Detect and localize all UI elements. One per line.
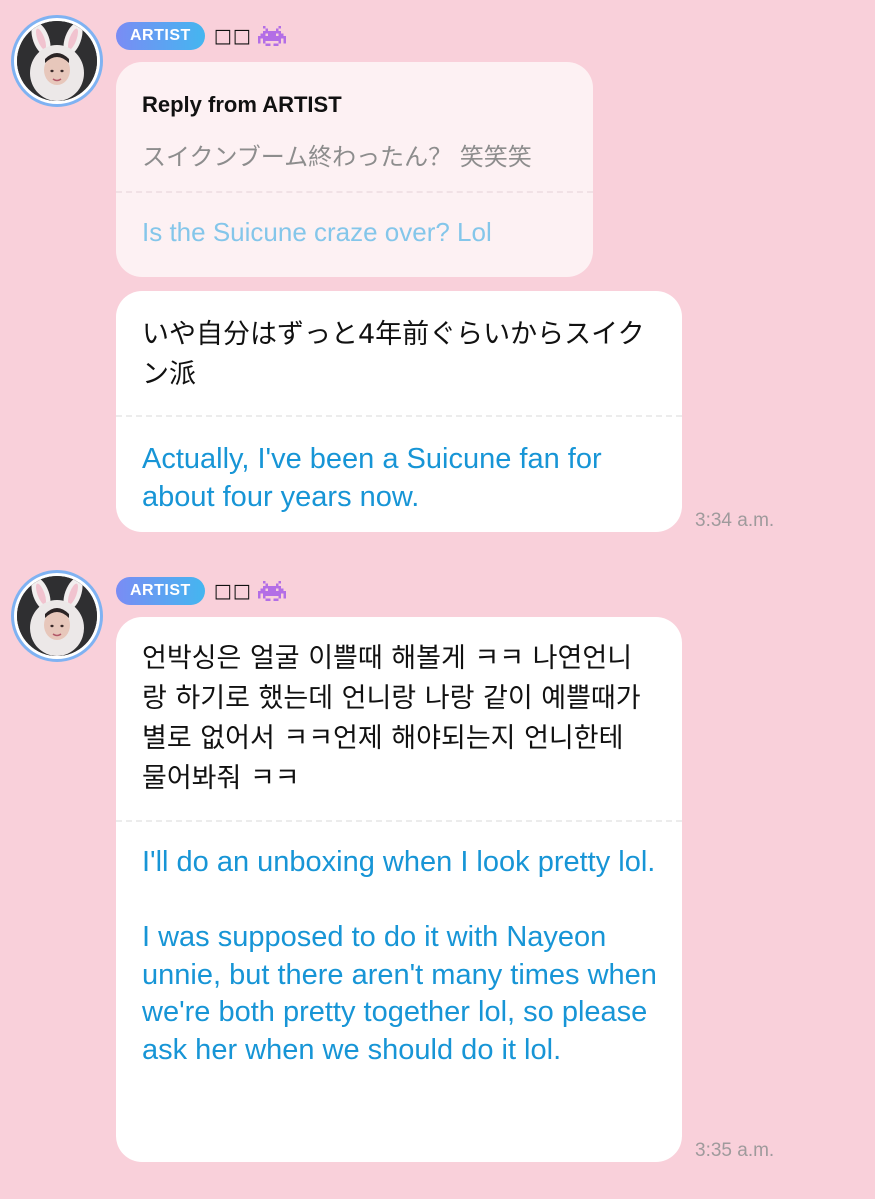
message-translation: I'll do an unboxing when I look pretty l… <box>142 844 662 1069</box>
message-timestamp: 3:34 a.m. <box>695 510 775 531</box>
message-original-text: 언박싱은 얼굴 이쁠때 해볼게 ㅋㅋ 나연언니랑 하기로 했는데 언니랑 나랑 … <box>142 643 641 794</box>
reply-header: Reply from ARTIST <box>142 92 342 117</box>
space-invader-icon <box>257 580 286 602</box>
sender-name-row: ARTIST □□ <box>116 576 286 606</box>
artist-badge: ARTIST <box>116 577 205 605</box>
message-translation-text: Actually, I've been a Suicune fan for ab… <box>142 443 602 513</box>
message-translation: Actually, I've been a Suicune fan for ab… <box>142 441 662 516</box>
bunny-avatar-image <box>17 21 97 101</box>
reply-bubble[interactable]: Reply from ARTIST スイクンブーム終わったん？ 笑笑笑 Is t… <box>116 62 593 277</box>
sender-name: □□ <box>213 580 252 602</box>
translation-divider <box>116 820 682 822</box>
avatar[interactable] <box>11 15 103 107</box>
message-bubble[interactable]: 언박싱은 얼굴 이쁠때 해볼게 ㅋㅋ 나연언니랑 하기로 했는데 언니랑 나랑 … <box>116 617 682 1162</box>
avatar[interactable] <box>11 570 103 662</box>
message-original-text: いや自分はずっと4年前ぐらいからスイクン派 <box>142 319 645 390</box>
avatar-photo <box>17 21 97 101</box>
message-bubble[interactable]: いや自分はずっと4年前ぐらいからスイクン派 Actually, I've bee… <box>116 291 682 532</box>
translation-divider <box>116 191 593 193</box>
message-timestamp: 3:35 a.m. <box>695 1140 775 1161</box>
sender-name: □□ <box>213 25 252 47</box>
bunny-avatar-image <box>17 576 97 656</box>
reply-original-text: スイクンブーム終わったん？ 笑笑笑 <box>142 143 532 171</box>
reply-translation-text: Is the Suicune craze over? Lol <box>142 217 492 247</box>
translation-divider <box>116 415 682 417</box>
message-translation-text: I'll do an unboxing when I look pretty l… <box>142 846 656 878</box>
avatar-photo <box>17 576 97 656</box>
artist-badge: ARTIST <box>116 22 205 50</box>
space-invader-icon <box>257 25 286 47</box>
message-translation-text: I was supposed to do it with Nayeon unni… <box>142 921 657 1066</box>
sender-name-row: ARTIST □□ <box>116 21 286 51</box>
